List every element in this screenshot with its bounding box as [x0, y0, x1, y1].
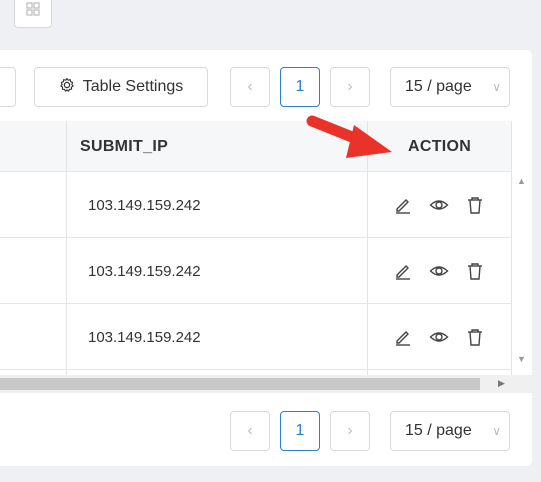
chevron-right-icon: ›: [347, 78, 353, 95]
page-size-value: 15 / page: [405, 78, 472, 95]
page-number-button[interactable]: 1: [280, 411, 320, 451]
edit-icon[interactable]: [392, 260, 414, 282]
chevron-down-icon: ∨: [492, 80, 501, 94]
data-table: SUBMIT_IP ACTION 103.149.159.242 103.149…: [0, 121, 532, 375]
edit-icon[interactable]: [392, 326, 414, 348]
trash-icon[interactable]: [464, 194, 486, 216]
table-panel: Table Settings ‹ 1 › 15 / page ∨ SUBMIT_…: [0, 50, 532, 466]
table-row: 103.149.159.242: [0, 172, 512, 238]
scroll-down-icon[interactable]: ▼: [517, 354, 526, 364]
page-size-select[interactable]: 15 / page ∨: [390, 67, 510, 107]
table-row: 103.149.159.242: [0, 304, 512, 370]
chevron-left-icon: ‹: [247, 78, 253, 95]
page-number-button[interactable]: 1: [280, 67, 320, 107]
next-page-button[interactable]: ›: [330, 67, 370, 107]
chevron-right-icon: ›: [347, 422, 353, 439]
toolbar-button-partial[interactable]: [0, 67, 16, 107]
column-header-submit-ip[interactable]: SUBMIT_IP: [80, 121, 168, 172]
gear-icon: [59, 77, 75, 98]
page-size-select[interactable]: 15 / page ∨: [390, 411, 510, 451]
grid-view-button[interactable]: [14, 0, 52, 28]
page-number-label: 1: [295, 422, 305, 439]
submit-ip-cell: 103.149.159.242: [88, 196, 201, 214]
column-header-action[interactable]: ACTION: [408, 121, 471, 172]
chevron-left-icon: ‹: [247, 422, 253, 439]
row-actions: [392, 238, 486, 304]
eye-icon[interactable]: [428, 326, 450, 348]
grid-icon: [25, 1, 41, 22]
prev-page-button[interactable]: ‹: [230, 67, 270, 107]
page-number-label: 1: [295, 78, 305, 95]
edit-icon[interactable]: [392, 194, 414, 216]
trash-icon[interactable]: [464, 260, 486, 282]
table-settings-label: Table Settings: [82, 78, 184, 95]
scroll-right-icon[interactable]: ▶: [498, 378, 505, 389]
row-actions: [392, 304, 486, 370]
next-page-button[interactable]: ›: [330, 411, 370, 451]
submit-ip-cell: 103.149.159.242: [88, 328, 201, 346]
scroll-up-icon[interactable]: ▲: [517, 176, 526, 186]
row-actions: [392, 172, 486, 238]
horizontal-scroll-thumb[interactable]: [0, 378, 480, 390]
submit-ip-cell: 103.149.159.242: [88, 262, 201, 280]
trash-icon[interactable]: [464, 326, 486, 348]
table-row: 103.149.159.242: [0, 238, 512, 304]
scrollbar-corner: [512, 375, 532, 393]
table-header: SUBMIT_IP ACTION: [0, 121, 512, 172]
prev-page-button[interactable]: ‹: [230, 411, 270, 451]
vertical-scrollbar[interactable]: ▲ ▼: [512, 172, 532, 370]
table-settings-button[interactable]: Table Settings: [34, 67, 208, 107]
eye-icon[interactable]: [428, 194, 450, 216]
chevron-down-icon: ∨: [492, 424, 501, 438]
horizontal-scrollbar[interactable]: ▶: [0, 375, 512, 393]
eye-icon[interactable]: [428, 260, 450, 282]
page-size-value: 15 / page: [405, 422, 472, 439]
